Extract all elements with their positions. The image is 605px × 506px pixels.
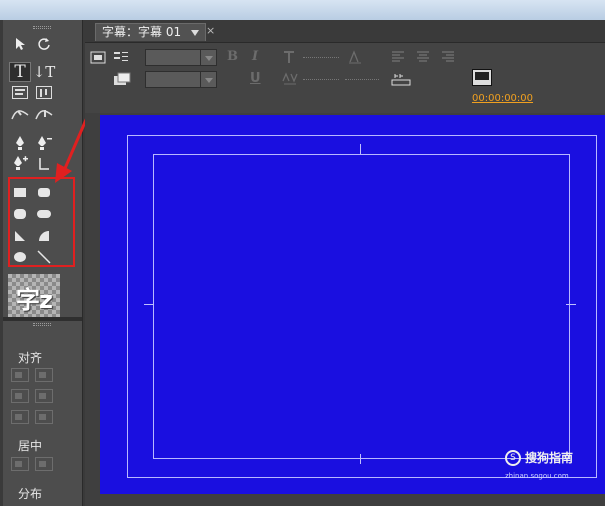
panel-grip[interactable] xyxy=(33,26,51,29)
align-center-text-button[interactable] xyxy=(415,49,431,63)
font-size-field[interactable] xyxy=(303,57,339,58)
align-bottom-icon[interactable] xyxy=(35,410,53,424)
list-icon xyxy=(114,52,128,61)
font-size-icon xyxy=(281,49,297,65)
title-canvas[interactable] xyxy=(100,115,605,494)
align-vcenter-icon[interactable] xyxy=(35,389,53,403)
center-mark-bottom xyxy=(360,454,361,464)
tool-panel: T ↓T 字z 对齐 居中 分布 xyxy=(3,20,83,506)
tab-dropdown-icon[interactable] xyxy=(191,29,200,36)
type-tool-glyph: T xyxy=(14,62,26,82)
title-tab[interactable]: 字幕：字幕 01 xyxy=(95,23,207,41)
tab-stops-button[interactable] xyxy=(390,71,412,87)
center-horizontal-icon[interactable] xyxy=(11,457,29,471)
align-panel-grip[interactable] xyxy=(33,323,51,326)
type-tool[interactable]: T xyxy=(9,62,31,82)
watermark-text: 搜狗指南 xyxy=(525,451,574,465)
align-center-text-icon xyxy=(417,51,429,62)
templates-button[interactable] xyxy=(112,71,132,87)
panel-separator xyxy=(3,317,82,321)
film-icon xyxy=(90,51,106,64)
area-type-tool[interactable] xyxy=(9,82,31,102)
tab-close-icon[interactable]: × xyxy=(206,24,215,37)
align-top-icon[interactable] xyxy=(35,368,53,382)
convert-anchor-icon xyxy=(39,158,49,170)
title-editor: 字幕：字幕 01 × B I U 00:00:00:00 xyxy=(85,20,605,506)
leading-icon xyxy=(347,49,363,65)
align-right-text-icon xyxy=(442,51,454,62)
center-vertical-icon[interactable] xyxy=(35,457,53,471)
leading-field[interactable] xyxy=(345,79,379,80)
show-background-video-button[interactable] xyxy=(472,69,492,86)
align-left-text-icon xyxy=(392,51,404,62)
font-style-select[interactable] xyxy=(145,71,217,88)
tab-bar: 字幕：字幕 01 × xyxy=(85,20,605,43)
align-left-text-button[interactable] xyxy=(390,49,406,63)
chevron-down-icon[interactable] xyxy=(200,50,216,65)
path-type-icon xyxy=(11,110,29,120)
vertical-type-tool-glyph: ↓T xyxy=(32,63,56,81)
center-mark-right xyxy=(566,304,576,305)
center-mark-left xyxy=(144,304,154,305)
vertical-type-tool[interactable]: ↓T xyxy=(32,62,56,82)
selection-tool[interactable] xyxy=(9,34,31,54)
chevron-down-icon[interactable] xyxy=(200,72,216,87)
kerning-icon xyxy=(281,71,299,87)
italic-button[interactable]: I xyxy=(252,49,258,64)
window-title-strip xyxy=(0,0,605,20)
pen-tool[interactable] xyxy=(9,133,31,153)
new-title-button[interactable] xyxy=(89,49,107,65)
align-hcenter-icon[interactable] xyxy=(11,389,29,403)
distribute-section-label: 分布 xyxy=(18,487,43,501)
add-anchor-tool[interactable] xyxy=(9,153,31,173)
title-toolbar: B I U 00:00:00:00 xyxy=(85,43,605,113)
align-right-text-button[interactable] xyxy=(440,49,456,63)
templates-icon xyxy=(114,72,131,85)
shape-tools-highlight xyxy=(8,177,75,267)
bold-button[interactable]: B xyxy=(227,49,238,64)
watermark-url: zhinan.sogou.com xyxy=(505,472,569,480)
align-left-icon[interactable] xyxy=(11,368,29,382)
safe-title-margin xyxy=(153,154,570,459)
center-mark-top xyxy=(360,144,361,154)
align-section-label: 对齐 xyxy=(18,351,43,365)
underline-button[interactable]: U xyxy=(250,71,261,86)
tab-stops-icon xyxy=(391,74,411,86)
timecode[interactable]: 00:00:00:00 xyxy=(472,93,533,104)
style-preview: 字z xyxy=(8,274,60,320)
font-family-select[interactable] xyxy=(145,49,217,66)
roll-crawl-button[interactable] xyxy=(112,49,130,65)
pen-plus-icon xyxy=(14,156,28,170)
arrow-icon xyxy=(16,38,25,50)
title-tab-label: 字幕：字幕 01 xyxy=(102,25,182,39)
sogou-logo-icon: S xyxy=(505,450,521,466)
style-preview-text: 字z xyxy=(16,285,53,314)
pen-icon xyxy=(16,136,24,150)
kerning-field[interactable] xyxy=(303,79,339,80)
rotate-tool[interactable] xyxy=(33,34,55,54)
path-type-tool[interactable] xyxy=(9,104,31,124)
rotate-icon xyxy=(38,38,50,50)
area-type-icon xyxy=(12,85,28,99)
center-section-label: 居中 xyxy=(18,439,43,453)
align-right-icon[interactable] xyxy=(11,410,29,424)
